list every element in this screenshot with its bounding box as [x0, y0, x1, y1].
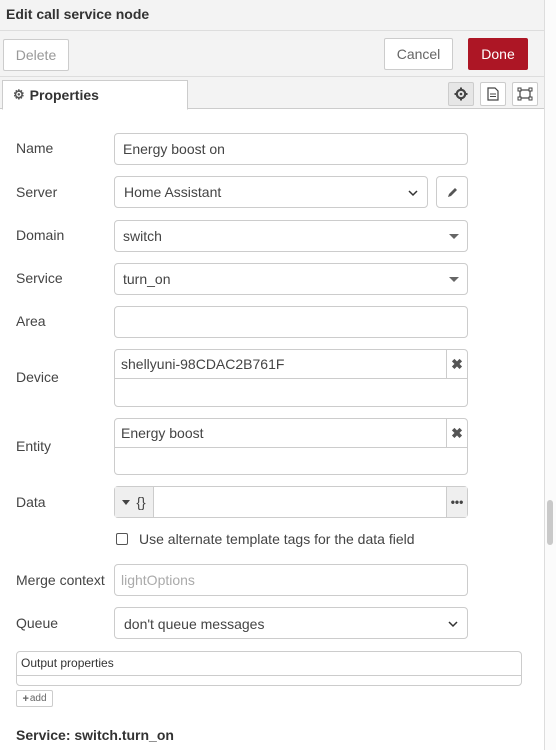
- remove-device-icon[interactable]: ✖: [446, 350, 467, 379]
- scrollbar-track[interactable]: [545, 0, 556, 750]
- delete-button[interactable]: Delete: [3, 39, 69, 71]
- appearance-icon: [517, 87, 533, 101]
- area-input[interactable]: [114, 306, 468, 338]
- device-multiselect[interactable]: shellyuni-98CDAC2B761F ✖: [114, 349, 468, 407]
- queue-value: don't queue messages: [124, 616, 265, 632]
- domain-label: Domain: [16, 227, 65, 243]
- area-label: Area: [16, 313, 46, 329]
- server-select[interactable]: Home Assistant: [114, 176, 428, 208]
- remove-entity-icon[interactable]: ✖: [446, 419, 467, 448]
- data-type-selector[interactable]: {}: [115, 487, 154, 517]
- description-icon: [487, 87, 499, 101]
- alt-template-tags-label: Use alternate template tags for the data…: [139, 531, 415, 547]
- tab-icon-settings[interactable]: [448, 82, 474, 106]
- dialog-titlebar: Edit call service node: [0, 0, 544, 31]
- device-chip-label: shellyuni-98CDAC2B761F: [121, 356, 285, 372]
- output-properties-header: Output properties: [17, 652, 521, 676]
- gear-icon: [454, 87, 468, 101]
- dialog-title: Edit call service node: [6, 6, 150, 22]
- gear-icon: ⚙: [13, 87, 25, 102]
- service-summary: Service: switch.turn_on: [16, 727, 174, 743]
- chevron-down-icon: [448, 621, 458, 628]
- tab-bar: ⚙ Properties: [0, 77, 544, 110]
- alt-template-tags-checkbox[interactable]: [116, 533, 128, 545]
- add-label: add: [29, 693, 47, 704]
- output-properties-list: Output properties: [16, 651, 522, 686]
- scrollbar-thumb[interactable]: [547, 500, 553, 545]
- tab-properties-label: Properties: [29, 87, 99, 103]
- merge-context-input[interactable]: lightOptions: [114, 564, 468, 596]
- data-label: Data: [16, 494, 46, 510]
- service-value: turn_on: [123, 271, 171, 287]
- server-value: Home Assistant: [124, 184, 222, 200]
- add-output-property-button[interactable]: + add: [16, 690, 53, 707]
- caret-down-icon: [449, 234, 459, 239]
- domain-value: switch: [123, 228, 162, 244]
- service-label: Service: [16, 270, 63, 286]
- merge-context-placeholder: lightOptions: [121, 572, 195, 588]
- device-label: Device: [16, 369, 59, 385]
- done-button[interactable]: Done: [468, 38, 528, 70]
- entity-label: Entity: [16, 438, 52, 454]
- json-type-icon: {}: [136, 494, 146, 510]
- plus-icon: +: [22, 692, 29, 705]
- tab-properties[interactable]: ⚙ Properties: [2, 80, 188, 110]
- domain-select[interactable]: switch: [114, 220, 468, 252]
- pencil-icon: [447, 187, 457, 197]
- name-input[interactable]: Energy boost on: [114, 133, 468, 165]
- device-chip: shellyuni-98CDAC2B761F ✖: [115, 350, 467, 379]
- queue-select[interactable]: don't queue messages: [114, 607, 468, 639]
- tab-icon-description[interactable]: [480, 82, 506, 106]
- expand-editor-button[interactable]: •••: [446, 487, 467, 517]
- edit-server-button[interactable]: [436, 176, 468, 208]
- dialog-button-bar: Delete Cancel Done: [0, 31, 544, 77]
- entity-chip: Energy boost ✖: [115, 419, 467, 448]
- merge-context-label: Merge context: [16, 572, 105, 588]
- cancel-button[interactable]: Cancel: [384, 38, 453, 70]
- tab-icon-appearance[interactable]: [512, 82, 538, 106]
- entity-chip-label: Energy boost: [121, 425, 204, 441]
- caret-down-icon: [449, 277, 459, 282]
- data-input[interactable]: {} •••: [114, 486, 468, 518]
- caret-down-icon: [122, 499, 131, 505]
- name-label: Name: [16, 140, 54, 156]
- entity-multiselect[interactable]: Energy boost ✖: [114, 418, 468, 475]
- server-label: Server: [16, 184, 58, 200]
- queue-label: Queue: [16, 615, 59, 631]
- name-value: Energy boost on: [123, 141, 225, 157]
- chevron-down-icon: [408, 190, 418, 197]
- service-select[interactable]: turn_on: [114, 263, 468, 295]
